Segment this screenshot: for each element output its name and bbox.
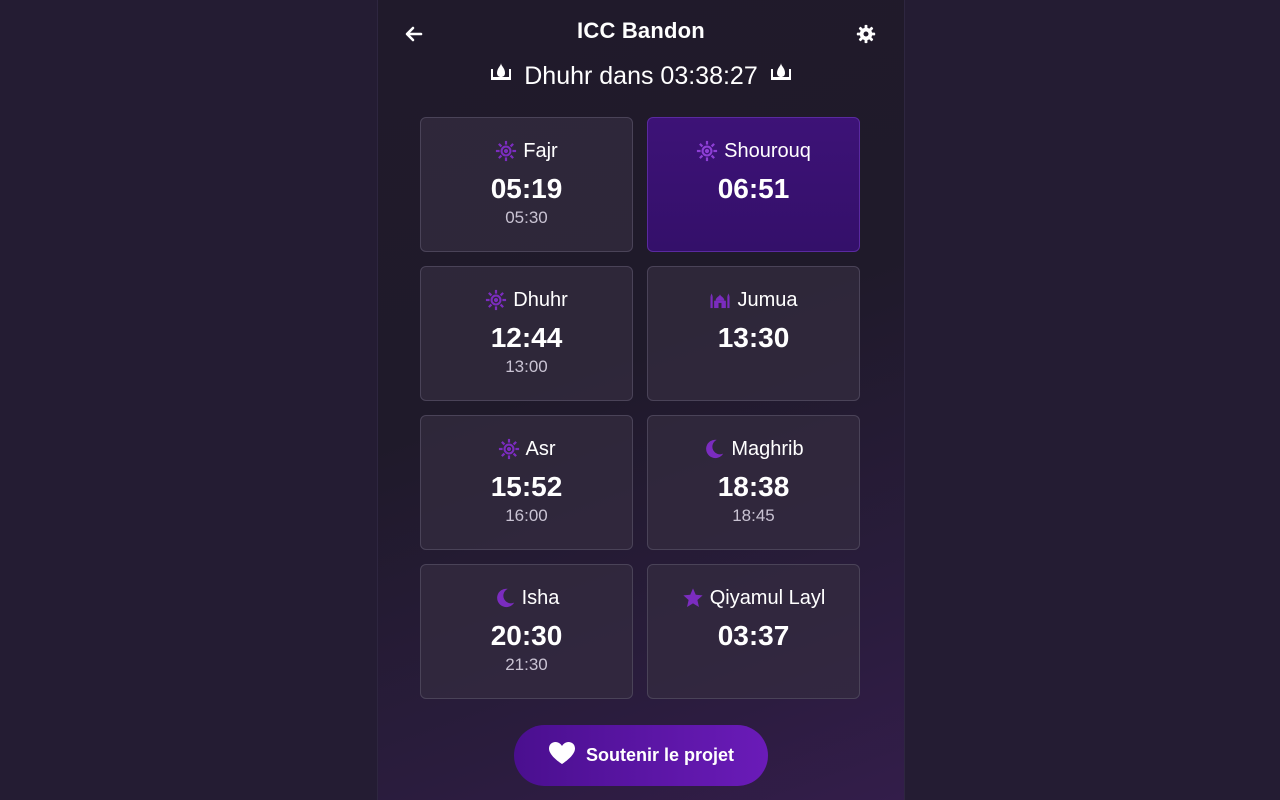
heart-icon: [548, 741, 576, 770]
page: ICC Bandon Dhuhr dans 03:38:27 Fajr 05:1…: [0, 0, 1280, 800]
iqama-time: 16:00: [505, 506, 548, 525]
prayer-time: 12:44: [490, 322, 563, 353]
prayer-card-header: Fajr: [495, 138, 558, 164]
mosque-icon: [709, 289, 731, 311]
prayer-name: Qiyamul Layl: [709, 586, 826, 609]
prayer-name: Maghrib: [731, 437, 804, 460]
prayer-card-qiyamul-layl[interactable]: Qiyamul Layl 03:37: [647, 564, 860, 699]
sun-icon: [485, 289, 507, 311]
star-icon: [682, 587, 704, 609]
prayer-card-isha[interactable]: Isha 20:30 21:30: [420, 564, 633, 699]
prayer-card-asr[interactable]: Asr 15:52 16:00: [420, 415, 633, 550]
prayer-card-header: Jumua: [709, 287, 798, 313]
prayer-name: Shourouq: [724, 139, 811, 162]
next-prayer-countdown: Dhuhr dans 03:38:27: [378, 60, 904, 93]
sun-icon: [696, 140, 718, 162]
support-project-button[interactable]: Soutenir le projet: [514, 725, 768, 786]
prayer-times-grid: Fajr 05:19 05:30 Shourouq 06:51 Dhuhr 12…: [420, 117, 861, 699]
prayer-card-header: Qiyamul Layl: [682, 585, 826, 611]
iqama-time: 18:45: [732, 506, 775, 525]
sun-icon: [498, 438, 520, 460]
prayer-time: 03:37: [717, 620, 790, 651]
prayer-time: 15:52: [490, 471, 563, 502]
prayer-name: Isha: [521, 586, 560, 609]
prayer-name: Dhuhr: [513, 288, 568, 311]
sun-icon: [495, 140, 517, 162]
prayer-card-header: Isha: [494, 585, 560, 611]
prayer-time: 18:38: [717, 471, 790, 502]
iqama-time: 05:30: [505, 208, 548, 227]
prayer-card-maghrib[interactable]: Maghrib 18:38 18:45: [647, 415, 860, 550]
prayer-card-header: Shourouq: [696, 138, 811, 164]
prayer-name: Fajr: [523, 139, 558, 162]
prayer-panel: ICC Bandon Dhuhr dans 03:38:27 Fajr 05:1…: [377, 0, 905, 800]
iqama-time: 13:00: [505, 357, 548, 376]
page-title: ICC Bandon: [577, 18, 705, 43]
prayer-card-fajr[interactable]: Fajr 05:19 05:30: [420, 117, 633, 252]
prayer-card-dhuhr[interactable]: Dhuhr 12:44 13:00: [420, 266, 633, 401]
prayer-time: 05:19: [490, 173, 563, 204]
prayer-card-header: Dhuhr: [485, 287, 568, 313]
prayer-card-shourouq[interactable]: Shourouq 06:51: [647, 117, 860, 252]
moon-icon: [703, 438, 725, 460]
prayer-time: 06:51: [717, 173, 790, 204]
iqama-time: 21:30: [505, 655, 548, 674]
settings-button[interactable]: [854, 24, 878, 48]
gear-icon: [856, 24, 876, 49]
prayer-card-header: Asr: [498, 436, 556, 462]
support-button-label: Soutenir le projet: [585, 745, 735, 765]
moon-icon: [494, 587, 516, 609]
countdown-text: Dhuhr dans 03:38:27: [524, 62, 758, 90]
prayer-card-header: Maghrib: [703, 436, 804, 462]
mosque-dome-icon: [768, 60, 794, 93]
prayer-time: 13:30: [717, 322, 790, 353]
prayer-name: Asr: [525, 437, 556, 460]
prayer-time: 20:30: [490, 620, 563, 651]
mosque-dome-icon: [488, 60, 514, 93]
prayer-card-jumua[interactable]: Jumua 13:30: [647, 266, 860, 401]
prayer-name: Jumua: [737, 288, 798, 311]
